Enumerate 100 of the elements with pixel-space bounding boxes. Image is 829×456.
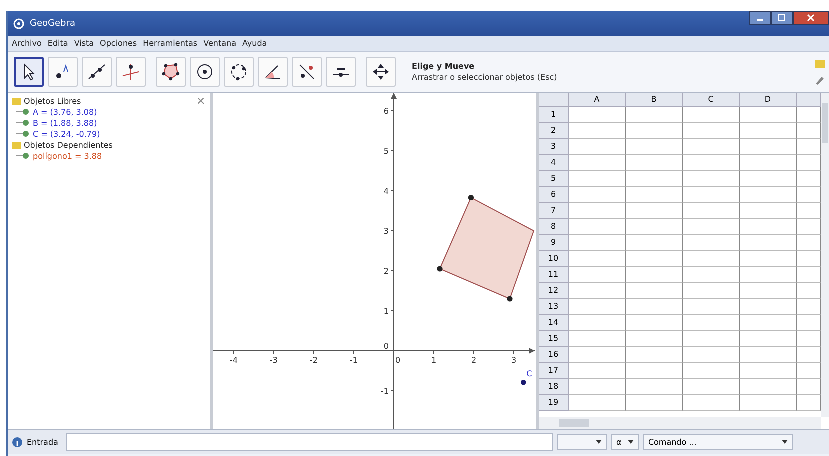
table-cell[interactable] bbox=[740, 123, 797, 139]
column-header[interactable]: B bbox=[626, 93, 683, 107]
table-cell[interactable] bbox=[683, 123, 740, 139]
folder-icon[interactable] bbox=[815, 59, 825, 69]
point[interactable] bbox=[521, 380, 526, 386]
table-cell[interactable] bbox=[740, 155, 797, 171]
dropdown[interactable] bbox=[557, 434, 608, 450]
table-cell[interactable] bbox=[683, 379, 740, 395]
table-cell[interactable] bbox=[683, 219, 740, 235]
row-header[interactable]: 7 bbox=[539, 203, 569, 219]
table-cell[interactable] bbox=[569, 267, 626, 283]
table-cell[interactable] bbox=[683, 139, 740, 155]
row-header[interactable]: 6 bbox=[539, 187, 569, 203]
table-cell[interactable] bbox=[569, 395, 626, 411]
table-cell[interactable] bbox=[740, 315, 797, 331]
table-cell[interactable] bbox=[569, 107, 626, 123]
table-cell[interactable] bbox=[740, 363, 797, 379]
menu-item[interactable]: Ayuda bbox=[242, 39, 268, 48]
table-cell[interactable] bbox=[569, 347, 626, 363]
table-cell[interactable] bbox=[569, 123, 626, 139]
horizontal-scrollbar[interactable] bbox=[539, 417, 821, 429]
table-cell[interactable] bbox=[740, 251, 797, 267]
table-cell[interactable] bbox=[626, 123, 683, 139]
table-cell[interactable] bbox=[569, 251, 626, 267]
table-cell[interactable] bbox=[683, 395, 740, 411]
point-icon[interactable] bbox=[16, 130, 30, 138]
menu-item[interactable]: Edita bbox=[48, 39, 68, 48]
table-cell[interactable] bbox=[740, 171, 797, 187]
row-header[interactable]: 15 bbox=[539, 331, 569, 347]
row-header[interactable]: 16 bbox=[539, 347, 569, 363]
table-cell[interactable] bbox=[626, 363, 683, 379]
table-cell[interactable] bbox=[569, 203, 626, 219]
table-cell[interactable] bbox=[626, 187, 683, 203]
table-cell[interactable] bbox=[740, 203, 797, 219]
table-cell[interactable] bbox=[683, 203, 740, 219]
minimize-button[interactable] bbox=[749, 11, 771, 25]
table-cell[interactable] bbox=[569, 235, 626, 251]
table-cell[interactable] bbox=[569, 363, 626, 379]
table-cell[interactable] bbox=[740, 139, 797, 155]
table-cell[interactable] bbox=[683, 267, 740, 283]
vertical-scrollbar[interactable] bbox=[821, 93, 829, 417]
table-cell[interactable] bbox=[569, 155, 626, 171]
point-icon[interactable] bbox=[16, 152, 30, 160]
column-header[interactable]: C bbox=[683, 93, 740, 107]
row-header[interactable]: 13 bbox=[539, 299, 569, 315]
table-cell[interactable] bbox=[683, 171, 740, 187]
table-cell[interactable] bbox=[569, 187, 626, 203]
folder-icon[interactable] bbox=[12, 140, 21, 150]
tree-item[interactable]: C = (3.24, -0.79) bbox=[33, 130, 100, 138]
menu-item[interactable]: Herramientas bbox=[143, 39, 198, 48]
table-cell[interactable] bbox=[569, 219, 626, 235]
menu-item[interactable]: Ventana bbox=[204, 39, 236, 48]
row-header[interactable]: 4 bbox=[539, 155, 569, 171]
table-cell[interactable] bbox=[626, 379, 683, 395]
table-cell[interactable] bbox=[626, 171, 683, 187]
row-header[interactable]: 10 bbox=[539, 251, 569, 267]
point-icon[interactable] bbox=[16, 108, 30, 116]
tree-item[interactable]: polígono1 = 3.88 bbox=[33, 152, 102, 160]
table-cell[interactable] bbox=[569, 171, 626, 187]
tool-button[interactable] bbox=[14, 57, 44, 87]
row-header[interactable]: 12 bbox=[539, 283, 569, 299]
tree-folder[interactable]: Objetos Libres bbox=[24, 96, 82, 106]
table-cell[interactable] bbox=[626, 267, 683, 283]
table-cell[interactable] bbox=[740, 331, 797, 347]
row-header[interactable]: 1 bbox=[539, 107, 569, 123]
row-header[interactable]: 11 bbox=[539, 267, 569, 283]
table-cell[interactable] bbox=[569, 331, 626, 347]
maximize-button[interactable] bbox=[771, 11, 793, 25]
row-header[interactable]: 8 bbox=[539, 219, 569, 235]
row-header[interactable]: 17 bbox=[539, 363, 569, 379]
close-button[interactable] bbox=[793, 11, 829, 25]
info-icon[interactable] bbox=[12, 436, 23, 448]
table-cell[interactable] bbox=[683, 235, 740, 251]
table-cell[interactable] bbox=[740, 187, 797, 203]
table-cell[interactable] bbox=[626, 315, 683, 331]
tree-folder[interactable]: Objetos Dependientes bbox=[24, 140, 113, 150]
table-cell[interactable] bbox=[683, 155, 740, 171]
table-cell[interactable] bbox=[626, 155, 683, 171]
symbol-dropdown[interactable]: α bbox=[611, 434, 640, 450]
table-cell[interactable] bbox=[626, 251, 683, 267]
table-cell[interactable] bbox=[740, 395, 797, 411]
table-cell[interactable] bbox=[740, 267, 797, 283]
table-cell[interactable] bbox=[683, 299, 740, 315]
table-cell[interactable] bbox=[683, 363, 740, 379]
table-cell[interactable] bbox=[626, 203, 683, 219]
table-cell[interactable] bbox=[569, 379, 626, 395]
input-field[interactable] bbox=[66, 433, 554, 451]
table-cell[interactable] bbox=[683, 107, 740, 123]
row-header[interactable]: 2 bbox=[539, 123, 569, 139]
corner-cell[interactable] bbox=[539, 93, 569, 107]
tree-item[interactable]: B = (1.88, 3.88) bbox=[33, 118, 98, 128]
table-cell[interactable] bbox=[740, 235, 797, 251]
menu-item[interactable]: Opciones bbox=[100, 39, 138, 48]
close-icon[interactable] bbox=[198, 98, 204, 104]
point-icon[interactable] bbox=[16, 119, 30, 127]
row-header[interactable]: 14 bbox=[539, 315, 569, 331]
command-dropdown[interactable]: Comando ... bbox=[643, 434, 794, 450]
table-cell[interactable] bbox=[626, 107, 683, 123]
table-cell[interactable] bbox=[740, 299, 797, 315]
table-cell[interactable] bbox=[683, 331, 740, 347]
